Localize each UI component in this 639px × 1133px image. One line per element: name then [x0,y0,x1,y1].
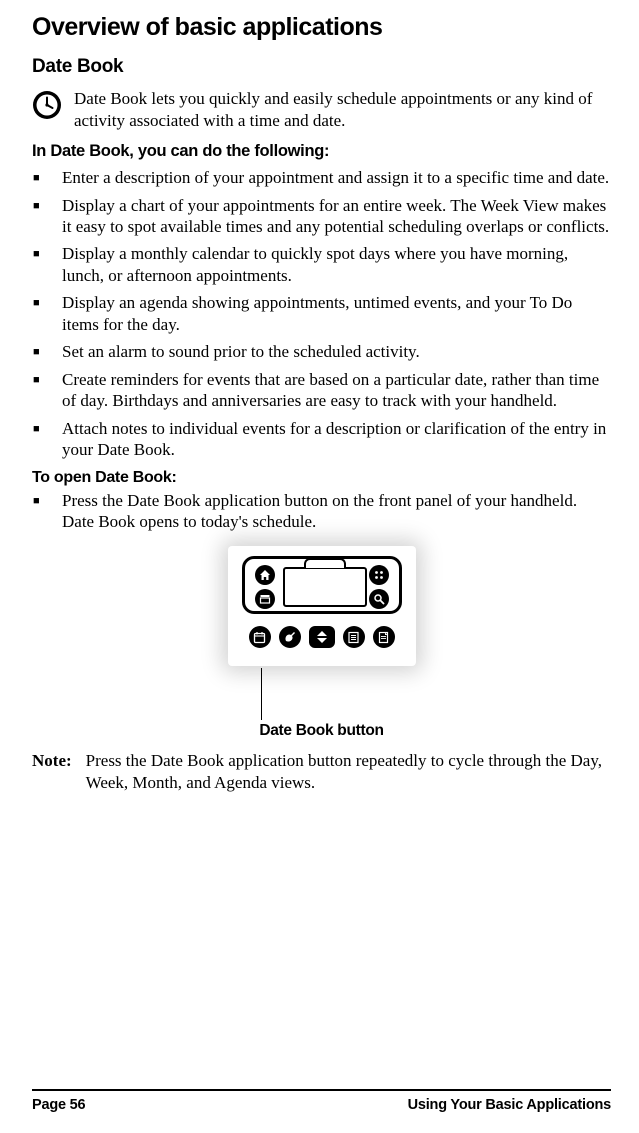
bullet-icon: ■ [32,369,62,391]
page-title: Overview of basic applications [32,13,611,42]
list-item: ■Display a monthly calendar to quickly s… [32,243,611,286]
bullet-icon: ■ [32,167,62,189]
writing-area [283,567,367,607]
list-item: ■Press the Date Book application button … [32,490,611,533]
footer-page-number: Page 56 [32,1097,85,1113]
callout-line [261,668,262,720]
clock-icon [32,90,62,125]
note-row: Note: Press the Date Book application bu… [32,750,611,794]
scroll-button-icon [309,626,335,648]
list-item-text: Display a chart of your appointments for… [62,195,611,238]
list-item: ■Display a chart of your appointments fo… [32,195,611,238]
address-book-button-icon [279,626,301,648]
bullet-icon: ■ [32,195,62,217]
intro-row: Date Book lets you quickly and easily sc… [32,88,611,132]
bullet-icon: ■ [32,418,62,440]
list-item-text: Enter a description of your appointment … [62,167,611,188]
section-title-date-book: Date Book [32,56,611,78]
subhead-can-do: In Date Book, you can do the following: [32,142,611,161]
find-icon [369,589,389,609]
bullet-icon: ■ [32,243,62,265]
device-figure [32,546,611,666]
callout-label: Date Book button [32,722,611,740]
note-label: Note: [32,750,72,772]
bullet-icon: ■ [32,490,62,512]
list-item-text: Display an agenda showing appointments, … [62,292,611,335]
list-item: ■Enter a description of your appointment… [32,167,611,189]
page-body: Overview of basic applications Date Book… [0,0,639,794]
capabilities-list: ■Enter a description of your appointment… [32,167,611,461]
notch [304,558,346,568]
note-text: Press the Date Book application button r… [86,750,611,794]
list-item-text: Attach notes to individual events for a … [62,418,611,461]
home-icon [255,565,275,585]
date-book-button-icon [249,626,271,648]
todo-button-icon [343,626,365,648]
footer-section-title: Using Your Basic Applications [408,1097,611,1113]
list-item-text: Press the Date Book application button o… [62,490,611,533]
list-item: ■Display an agenda showing appointments,… [32,292,611,335]
list-item: ■Create reminders for events that are ba… [32,369,611,412]
device-illustration [228,546,416,666]
menu-icon [255,589,275,609]
bullet-icon: ■ [32,292,62,314]
graffiti-area [242,556,402,614]
list-item-text: Set an alarm to sound prior to the sched… [62,341,611,362]
intro-text: Date Book lets you quickly and easily sc… [74,88,611,132]
memo-button-icon [373,626,395,648]
subhead-to-open: To open Date Book: [32,469,611,487]
open-steps-list: ■Press the Date Book application button … [32,490,611,533]
list-item-text: Display a monthly calendar to quickly sp… [62,243,611,286]
page-footer: Page 56 Using Your Basic Applications [32,1089,611,1113]
hardware-buttons-row [242,626,402,648]
calculator-icon [369,565,389,585]
list-item: ■Set an alarm to sound prior to the sche… [32,341,611,363]
bullet-icon: ■ [32,341,62,363]
list-item: ■Attach notes to individual events for a… [32,418,611,461]
list-item-text: Create reminders for events that are bas… [62,369,611,412]
